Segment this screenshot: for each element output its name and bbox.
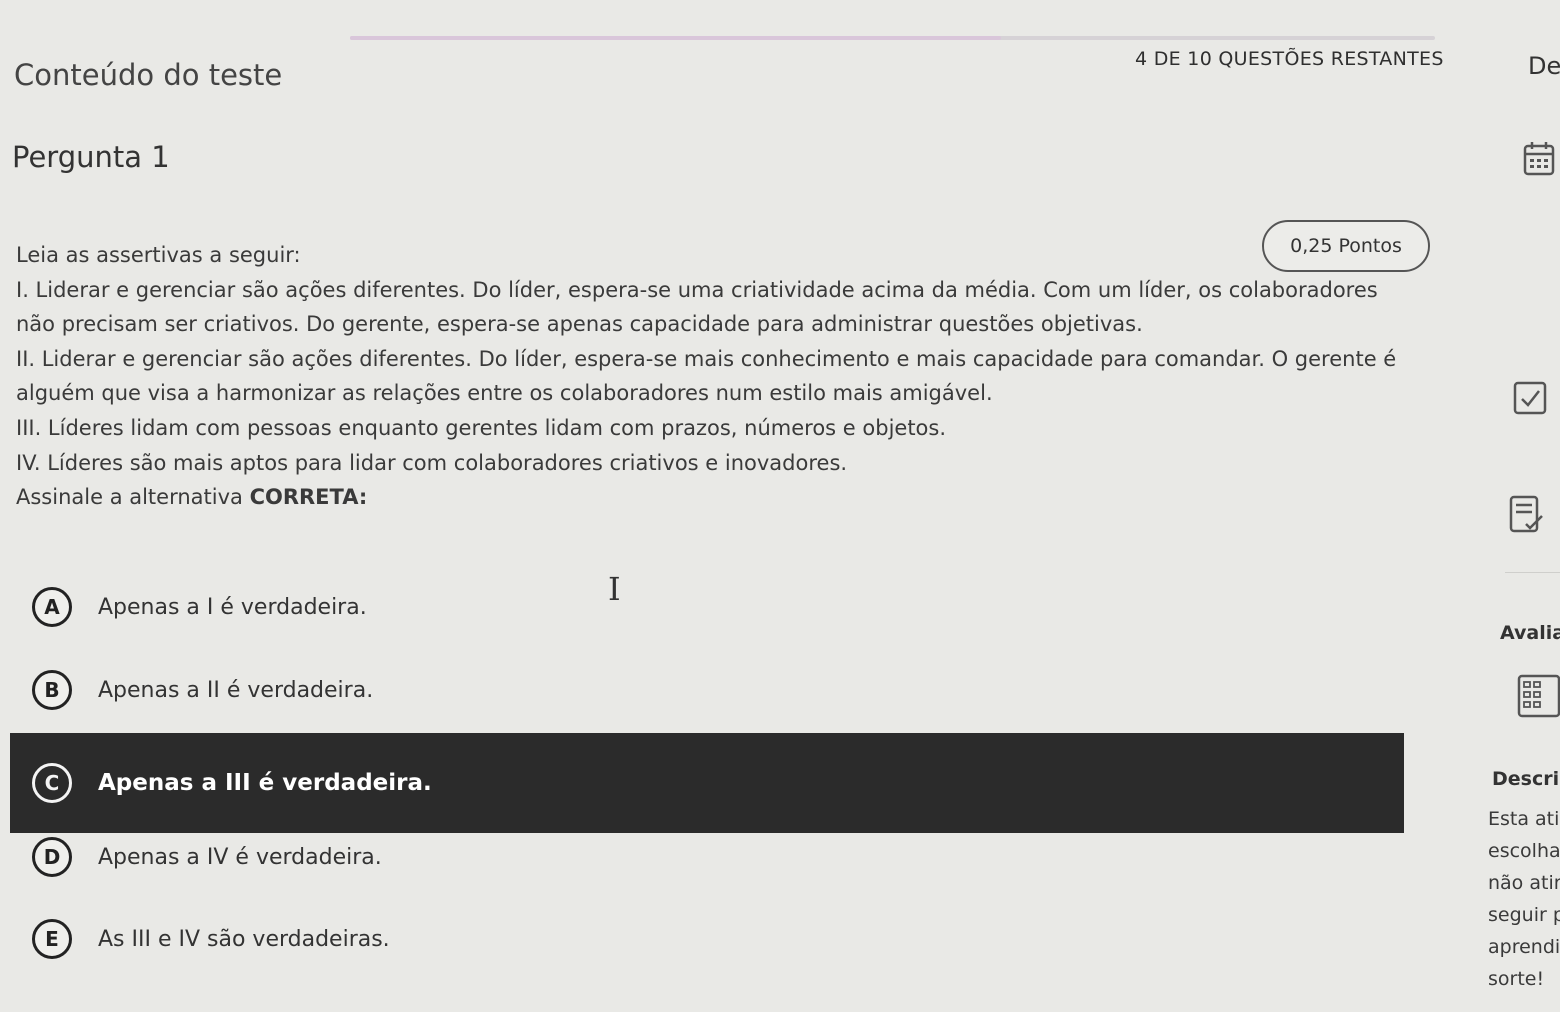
option-c[interactable]: C Apenas a III é verdadeira. (10, 733, 1404, 833)
statement-line: II. Liderar e gerenciar são ações difere… (16, 346, 1397, 371)
option-letter: C (32, 763, 72, 803)
option-text: Apenas a IV é verdadeira. (98, 844, 382, 870)
option-letter: B (32, 670, 72, 710)
option-letter: E (32, 919, 72, 959)
option-text: Apenas a II é verdadeira. (98, 677, 374, 703)
progress-bar-fill (350, 36, 1001, 40)
description-label: Descri (1492, 768, 1560, 790)
statement-instruction: Assinale a alternativa CORRETA: (16, 480, 1426, 515)
quiz-page: 4 DE 10 QUESTÕES RESTANTES De Conteúdo d… (0, 0, 1560, 1012)
description-text: Esta ati escolha não atir seguir p apren… (1488, 808, 1560, 990)
progress-bar (350, 36, 1435, 40)
question-statement: Leia as assertivas a seguir: I. Liderar … (16, 238, 1426, 515)
option-d[interactable]: D Apenas a IV é verdadeira. (10, 826, 1404, 888)
evaluation-label: Avalia (1500, 622, 1560, 644)
statement-intro: Leia as assertivas a seguir: (16, 243, 301, 267)
option-b[interactable]: B Apenas a II é verdadeira. (10, 659, 1404, 721)
content-title: Conteúdo do teste (14, 58, 283, 92)
option-letter: A (32, 587, 72, 627)
checklist-icon[interactable] (1508, 494, 1548, 538)
statement-line: alguém que visa a harmonizar as relações… (16, 381, 993, 406)
statement-line: I. Liderar e gerenciar são ações diferen… (16, 277, 1378, 302)
option-text: As III e IV são verdadeiras. (98, 926, 390, 952)
questions-remaining: 4 DE 10 QUESTÕES RESTANTES (1135, 48, 1444, 70)
option-e[interactable]: E As III e IV são verdadeiras. (10, 908, 1404, 970)
side-panel-title: De (1528, 52, 1560, 80)
option-text: Apenas a I é verdadeira. (98, 594, 367, 620)
option-text: Apenas a III é verdadeira. (98, 770, 432, 796)
option-a[interactable]: A Apenas a I é verdadeira. (10, 576, 1404, 638)
calendar-icon[interactable] (1522, 140, 1556, 178)
statement-line: III. Líderes lidam com pessoas enquanto … (16, 415, 947, 440)
instruction-emphasis: CORRETA: (249, 485, 368, 510)
sidebar-divider (1505, 572, 1560, 573)
checkbox-icon[interactable] (1512, 380, 1548, 416)
grid-icon[interactable] (1516, 670, 1560, 720)
question-title: Pergunta 1 (12, 140, 170, 174)
statement-line: não precisam ser criativos. Do gerente, … (16, 312, 1143, 337)
instruction-text: Assinale a alternativa (16, 485, 250, 510)
statement-line: IV. Líderes são mais aptos para lidar co… (16, 450, 848, 475)
option-letter: D (32, 837, 72, 877)
